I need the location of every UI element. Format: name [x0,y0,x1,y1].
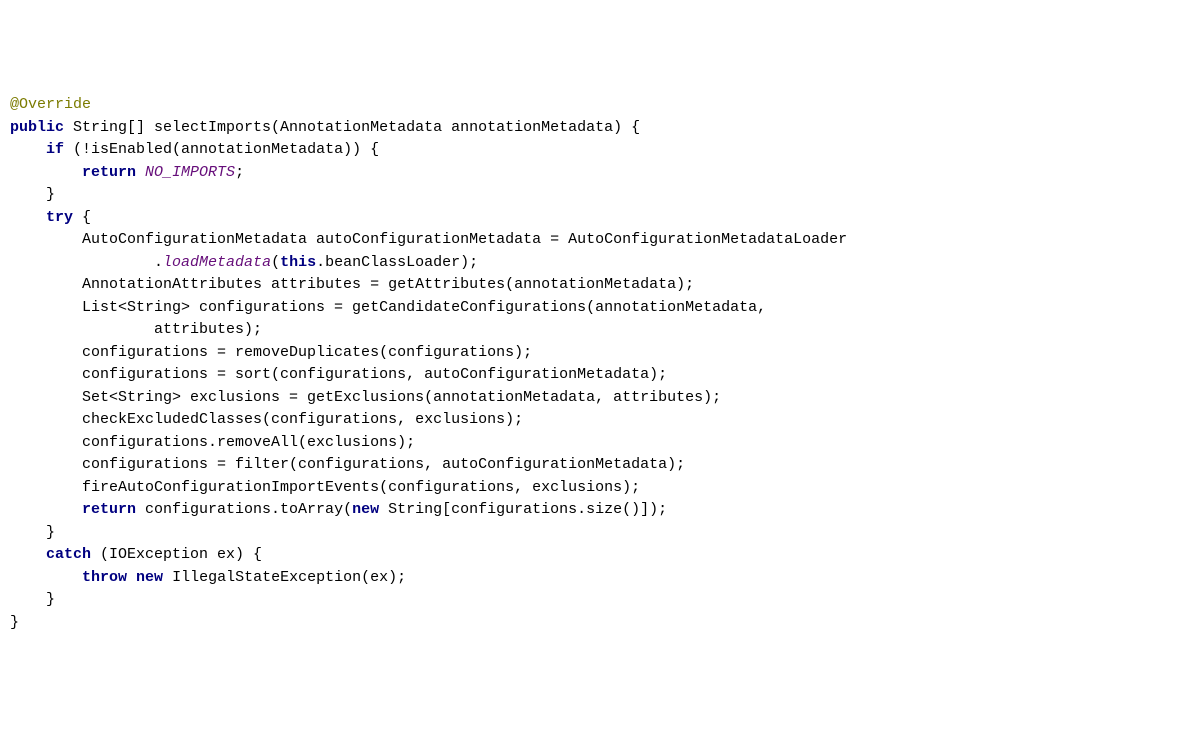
stmt-removeall: configurations.removeAll(exclusions); [82,434,415,451]
stmt-configurations: List<String> configurations = getCandida… [82,299,766,316]
brace-close-method: } [10,614,19,631]
stmt-exclusions: Set<String> exclusions = getExclusions(a… [82,389,721,406]
illegalstate: IllegalStateException(ex); [163,569,406,586]
kw-return-2: return [82,501,136,518]
annotation-override: @Override [10,96,91,113]
kw-catch: catch [46,546,91,563]
stmt-sort: configurations = sort(configurations, au… [82,366,667,383]
kw-new: new [352,501,379,518]
brace-close: } [46,186,55,203]
kw-this: this [280,254,316,271]
semicolon: ; [235,164,244,181]
dot: . [154,254,163,271]
if-condition: (!isEnabled(annotationMetadata)) { [64,141,379,158]
kw-return: return [82,164,136,181]
method-loadmetadata: loadMetadata [163,254,271,271]
kw-try: try [46,209,73,226]
brace-close-catch: } [46,591,55,608]
stmt-removedups: configurations = removeDuplicates(config… [82,344,532,361]
stmt-filter: configurations = filter(configurations, … [82,456,685,473]
stmt-checkexcluded: checkExcludedClasses(configurations, exc… [82,411,523,428]
paren-open: ( [271,254,280,271]
kw-new-2: new [136,569,163,586]
toarray-b: String[configurations.size()]); [379,501,667,518]
stmt-configurations-cont: attributes); [154,321,262,338]
stmt-fireevents: fireAutoConfigurationImportEvents(config… [82,479,640,496]
try-open: { [73,209,91,226]
stmt-attributes: AnnotationAttributes attributes = getAtt… [82,276,694,293]
brace-close-try: } [46,524,55,541]
kw-throw: throw [82,569,127,586]
method-signature: String[] selectImports(AnnotationMetadat… [64,119,640,136]
stmt-autoconfig-metadata: AutoConfigurationMetadata autoConfigurat… [82,231,847,248]
kw-if: if [46,141,64,158]
kw-public: public [10,119,64,136]
constant-no-imports: NO_IMPORTS [145,164,235,181]
code-block: @Override public String[] selectImports(… [10,94,1174,634]
toarray-a: configurations.toArray( [136,501,352,518]
beanclassloader-ref: .beanClassLoader); [316,254,478,271]
catch-clause: (IOException ex) { [91,546,262,563]
